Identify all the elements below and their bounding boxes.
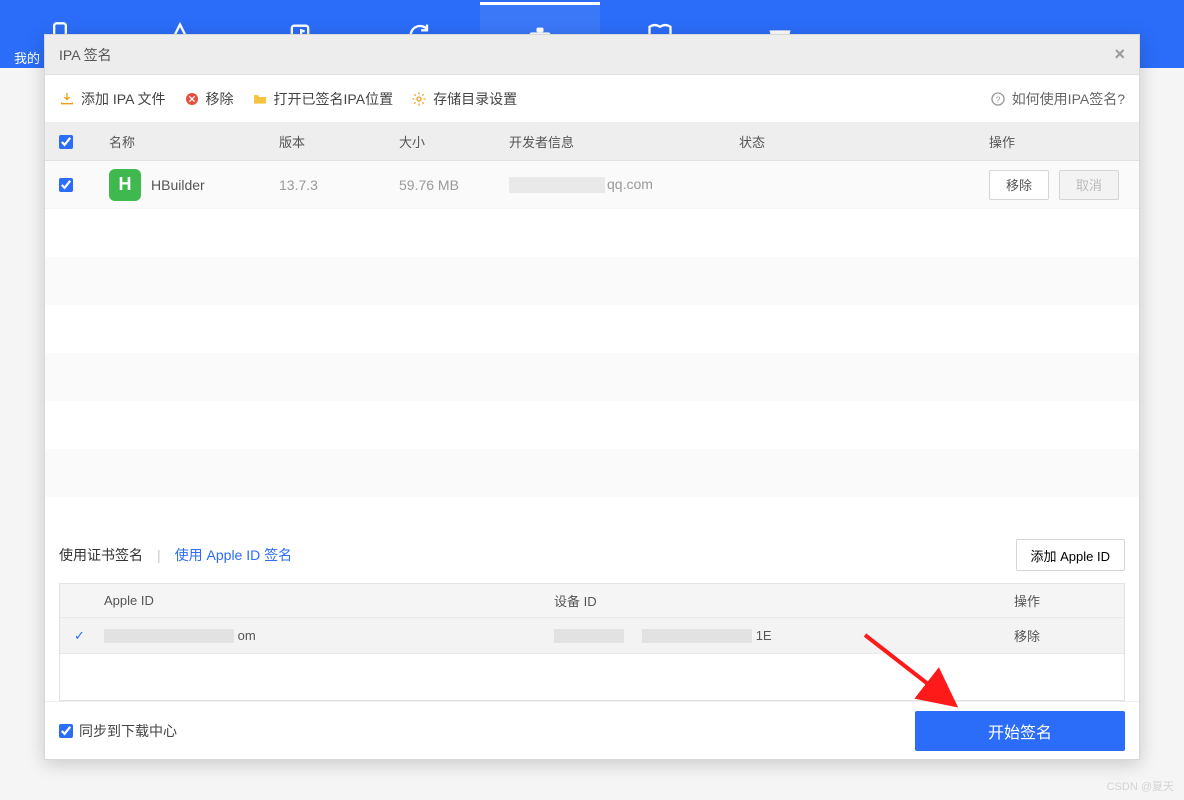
- apple-id-remove-button[interactable]: 移除: [1014, 626, 1110, 645]
- col-device-id: 设备 ID: [554, 591, 1014, 610]
- toolbar: 添加 IPA 文件 移除 打开已签名IPA位置 存储目录设置 ? 如何使用IPA…: [45, 75, 1139, 123]
- row-cancel-button[interactable]: 取消: [1059, 170, 1119, 200]
- col-id-action: 操作: [1014, 591, 1110, 610]
- nav-sublabel: 我的: [14, 48, 40, 67]
- modal-title-text: IPA 签名: [59, 45, 112, 65]
- open-signed-label: 打开已签名IPA位置: [274, 89, 394, 109]
- row-checkbox[interactable]: [59, 178, 73, 192]
- col-action: 操作: [989, 132, 1125, 151]
- col-version: 版本: [279, 132, 399, 151]
- sync-checkbox-label[interactable]: 同步到下载中心: [59, 721, 177, 741]
- app-name: HBuilder: [151, 177, 205, 193]
- close-icon[interactable]: ×: [1114, 44, 1125, 65]
- help-label: 如何使用IPA签名?: [1012, 89, 1125, 109]
- apple-id-row[interactable]: ✓ om 1E 移除: [60, 618, 1124, 654]
- tab-appleid-sign[interactable]: 使用 Apple ID 签名: [175, 545, 292, 565]
- storage-button[interactable]: 存储目录设置: [411, 89, 517, 109]
- add-ipa-label: 添加 IPA 文件: [81, 89, 166, 109]
- help-link[interactable]: ? 如何使用IPA签名?: [990, 89, 1125, 109]
- modal-titlebar: IPA 签名 ×: [45, 35, 1139, 75]
- folder-icon: [252, 91, 268, 107]
- apple-id-table-header: Apple ID 设备 ID 操作: [60, 584, 1124, 618]
- apple-id-value: om: [104, 628, 554, 644]
- col-apple-id: Apple ID: [104, 593, 554, 608]
- empty-rows: [45, 209, 1139, 527]
- col-name: 名称: [109, 132, 279, 151]
- footer: 同步到下载中心 开始签名: [45, 701, 1139, 759]
- sync-label-text: 同步到下载中心: [79, 721, 177, 741]
- storage-label: 存储目录设置: [433, 89, 517, 109]
- sign-section: 使用证书签名 | 使用 Apple ID 签名 添加 Apple ID Appl…: [45, 527, 1139, 701]
- app-version: 13.7.3: [279, 177, 399, 193]
- remove-label: 移除: [206, 89, 234, 109]
- tab-cert-sign[interactable]: 使用证书签名: [59, 545, 143, 565]
- remove-button[interactable]: 移除: [184, 89, 234, 109]
- svg-text:?: ?: [995, 94, 1000, 104]
- gear-icon: [411, 91, 427, 107]
- col-status: 状态: [739, 132, 989, 151]
- table-body: H HBuilder 13.7.3 59.76 MB qq.com 移除 取消: [45, 161, 1139, 209]
- remove-icon: [184, 91, 200, 107]
- app-icon: H: [109, 169, 141, 201]
- open-signed-button[interactable]: 打开已签名IPA位置: [252, 89, 394, 109]
- col-dev: 开发者信息: [509, 132, 739, 151]
- sign-tabs: 使用证书签名 | 使用 Apple ID 签名 添加 Apple ID: [59, 539, 1125, 571]
- table-row[interactable]: H HBuilder 13.7.3 59.76 MB qq.com 移除 取消: [45, 161, 1139, 209]
- watermark: CSDN @夏天: [1107, 778, 1174, 794]
- ipa-sign-modal: IPA 签名 × 添加 IPA 文件 移除 打开已签名IPA位置 存储目录设置 …: [44, 34, 1140, 760]
- download-icon: [59, 91, 75, 107]
- row-remove-button[interactable]: 移除: [989, 170, 1049, 200]
- start-sign-button[interactable]: 开始签名: [915, 711, 1125, 751]
- app-size: 59.76 MB: [399, 177, 509, 193]
- help-icon: ?: [990, 91, 1006, 107]
- select-all-checkbox[interactable]: [59, 135, 73, 149]
- sync-checkbox[interactable]: [59, 724, 73, 738]
- apple-id-table: Apple ID 设备 ID 操作 ✓ om 1E 移除: [59, 583, 1125, 701]
- add-apple-id-button[interactable]: 添加 Apple ID: [1016, 539, 1125, 571]
- device-id-value: 1E: [554, 628, 1014, 644]
- app-dev: qq.com: [509, 176, 739, 193]
- add-ipa-button[interactable]: 添加 IPA 文件: [59, 89, 166, 109]
- row-selected-check-icon: ✓: [74, 628, 104, 644]
- table-header: 名称 版本 大小 开发者信息 状态 操作: [45, 123, 1139, 161]
- col-size: 大小: [399, 132, 509, 151]
